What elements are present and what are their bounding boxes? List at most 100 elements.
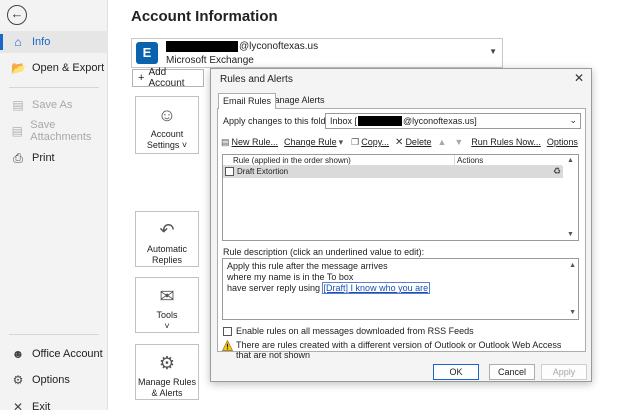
rule-toolbar: ▤ New Rule... Change Rule ▾ ❐ Copy... ✕ … [221, 135, 584, 149]
plus-icon: + [138, 72, 145, 84]
tools-tile[interactable]: ✉ Tools ˅ [135, 277, 199, 333]
description-line: Apply this rule after the message arrive… [227, 261, 388, 271]
nav-item-label: Open & Export [32, 62, 105, 74]
warning-icon [222, 340, 233, 351]
rss-rules-checkbox[interactable] [223, 327, 232, 336]
rule-action-icon: ♻ [553, 166, 562, 176]
account-settings-icon: ☺ [157, 105, 177, 125]
dialog-title: Rules and Alerts [220, 74, 293, 85]
folder-suffix: @lyconoftexas.us] [403, 116, 477, 126]
add-account-button[interactable]: + Add Account [132, 67, 204, 89]
apply-button[interactable]: Apply [541, 364, 587, 380]
rule-name: Draft Extortion [237, 167, 289, 176]
description-line: have server reply using [Draft] I know w… [227, 282, 574, 294]
exchange-logo-icon: E [136, 42, 158, 64]
nav-item-exit[interactable]: ✕ Exit [0, 396, 108, 410]
rss-rules-label: Enable rules on all messages downloaded … [236, 326, 474, 336]
nav-item-label: Exit [32, 401, 51, 410]
exit-icon: ✕ [12, 400, 24, 410]
nav-item-label: Options [32, 374, 70, 386]
description-text: have server reply using [227, 283, 323, 293]
nav-item-label: Office Account [32, 348, 103, 360]
move-down-button[interactable]: ▼ [454, 137, 465, 147]
page-title: Account Information [131, 8, 278, 25]
new-rule-button[interactable]: ▤ New Rule... [221, 137, 278, 148]
home-icon: ⌂ [14, 35, 22, 49]
chevron-down-icon: ▾ [338, 136, 344, 147]
nav-divider [9, 87, 99, 88]
account-settings-tile[interactable]: ☺ Account Settings ˅ [135, 96, 199, 154]
arrow-down-icon: ▼ [454, 137, 464, 147]
tab-email-rules[interactable]: Email Rules [218, 93, 277, 109]
close-icon[interactable]: ✕ [571, 70, 587, 86]
nav-item-save-attachments[interactable]: ▤ Save Attachments [0, 119, 108, 143]
delete-label: Delete [405, 137, 432, 147]
apply-folder-label: Apply changes to this folder: [223, 116, 337, 126]
cancel-button[interactable]: Cancel [489, 364, 535, 380]
tile-label: ˅ [164, 321, 170, 331]
chevron-down-icon: ▼ [489, 47, 497, 56]
folder-prefix: Inbox [ [330, 116, 358, 126]
account-selector[interactable]: E @lyconoftexas.us Microsoft Exchange ▼ [131, 38, 503, 68]
new-rule-icon: ▤ [221, 136, 230, 147]
ok-button[interactable]: OK [433, 364, 479, 380]
delete-icon: ✕ [395, 136, 404, 148]
automatic-replies-tile[interactable]: ↶ Automatic Replies [135, 211, 199, 267]
options-label: Options [546, 137, 578, 147]
folder-select[interactable]: Inbox [ @lyconoftexas.us] ⌄ [325, 113, 581, 129]
scroll-up-icon[interactable]: ▲ [563, 155, 578, 166]
rule-enabled-checkbox[interactable] [225, 167, 234, 176]
nav-item-info[interactable]: ⌂ Info [0, 31, 108, 53]
run-rules-now-button[interactable]: Run Rules Now... [471, 137, 541, 147]
scroll-down-icon[interactable]: ▼ [563, 229, 578, 240]
manage-rules-icon: ⚙ [158, 353, 176, 373]
account-email: @lyconoftexas.us [166, 41, 318, 52]
move-up-button[interactable]: ▲ [437, 137, 448, 147]
backstage-nav: ← ⌂ Info 📂 Open & Export ▤ Save As ▤ Sav… [0, 0, 108, 410]
warning-text: There are rules created with a different… [236, 340, 562, 360]
nav-item-save-as[interactable]: ▤ Save As [0, 94, 108, 116]
column-header-rule[interactable]: Rule (applied in the order shown) [223, 155, 455, 166]
person-icon: ☻ [11, 347, 25, 361]
reply-template-link[interactable]: [Draft] I know who you are [321, 282, 431, 294]
redacted-block [358, 116, 403, 126]
delete-button[interactable]: ✕ Delete [395, 137, 431, 148]
options-icon: ⚙ [12, 373, 24, 387]
automatic-replies-icon: ↶ [159, 220, 175, 240]
tile-label: Automatic [146, 244, 188, 254]
nav-item-label: Save Attachments [30, 119, 92, 143]
back-arrow-icon[interactable]: ← [7, 5, 27, 25]
options-button[interactable]: Options [547, 137, 578, 147]
save-as-icon: ▤ [12, 98, 24, 112]
nav-item-open-export[interactable]: 📂 Open & Export [0, 57, 108, 79]
tile-label: Tools [156, 310, 178, 320]
account-email-domain: @lyconoftexas.us [239, 41, 319, 52]
run-rules-now-label: Run Rules Now... [471, 137, 541, 147]
nav-item-office-account[interactable]: ☻ Office Account [0, 343, 108, 365]
nav-divider [9, 334, 99, 335]
column-header-actions[interactable]: Actions [455, 155, 562, 166]
manage-rules-alerts-tile[interactable]: ⚙ Manage Rules & Alerts [135, 344, 199, 400]
rule-description-box: Apply this rule after the message arrive… [222, 258, 579, 320]
printer-icon: ⎙ [13, 150, 23, 165]
chevron-down-icon: ⌄ [569, 115, 577, 125]
nav-item-options[interactable]: ⚙ Options [0, 369, 108, 391]
nav-item-label: Print [32, 152, 55, 164]
change-rule-button[interactable]: Change Rule ▾ [284, 137, 345, 148]
nav-item-label: Save As [32, 99, 73, 111]
description-line: where my name is in the To box [227, 272, 354, 282]
redacted-block [166, 41, 238, 52]
rule-description-label: Rule description (click an underlined va… [223, 247, 425, 257]
new-rule-label: New Rule... [231, 137, 279, 147]
scroll-up-icon[interactable]: ▲ [569, 260, 576, 271]
email-rules-panel: Apply changes to this folder: Inbox [ @l… [217, 108, 586, 360]
tile-label: Settings ˅ [146, 140, 188, 150]
tile-label: & Alerts [151, 388, 183, 398]
nav-item-print[interactable]: ⎙ Print [0, 147, 108, 169]
tile-label: Replies [151, 255, 182, 265]
copy-button[interactable]: ❐ Copy... [351, 137, 389, 148]
tile-label: Manage Rules [137, 377, 197, 387]
table-row[interactable]: Draft Extortion ♻ [223, 166, 563, 178]
tools-icon: ✉ [159, 286, 175, 306]
scroll-down-icon[interactable]: ▼ [569, 307, 576, 318]
